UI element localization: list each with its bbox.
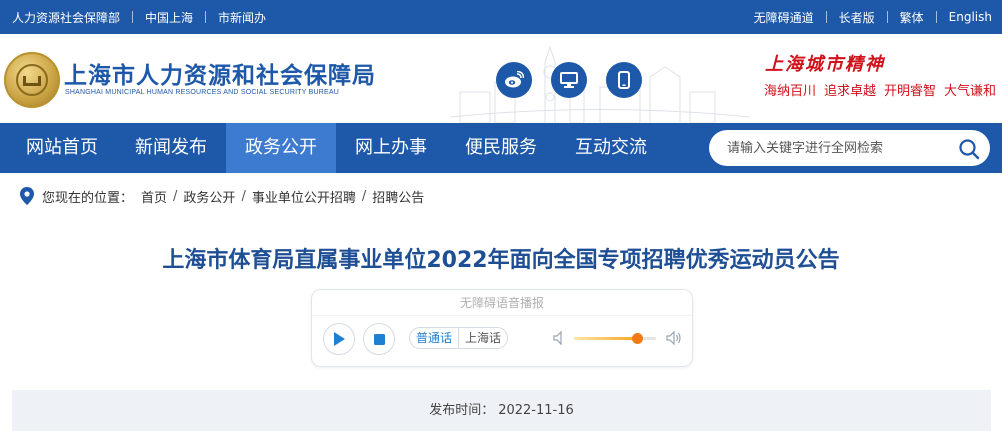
breadcrumb-separator: /	[241, 188, 246, 204]
article-title: 上海市体育局直属事业单位2022年面向全国专项招聘优秀运动员公告	[162, 248, 840, 273]
nav-item-online-services[interactable]: 网上办事	[336, 123, 446, 173]
nav-item-public-services[interactable]: 便民服务	[446, 123, 556, 173]
link-elder-version[interactable]: 长者版	[839, 9, 875, 26]
player-title: 无障碍语音播报	[312, 290, 692, 316]
site-subtitle: SHANGHAI MUNICIPAL HUMAN RESOURCES AND S…	[65, 89, 339, 96]
link-english[interactable]: English	[949, 10, 992, 24]
breadcrumb-item-recruitment[interactable]: 事业单位公开招聘	[252, 187, 356, 206]
dialect-switch: 普通话 上海话	[409, 327, 509, 349]
nav-item-gov-affairs[interactable]: 政务公开	[226, 123, 336, 173]
volume-slider[interactable]	[574, 333, 656, 344]
divider	[886, 11, 888, 23]
search-icon[interactable]	[958, 138, 980, 160]
search-input[interactable]	[727, 138, 947, 158]
mobile-button[interactable]	[606, 62, 642, 98]
link-mohrss[interactable]: 人力资源社会保障部	[12, 9, 120, 26]
nav-item-interaction[interactable]: 互动交流	[556, 123, 666, 173]
dialect-mandarin[interactable]: 普通话	[410, 328, 458, 348]
play-icon	[334, 332, 345, 346]
breadcrumb-item-gov-affairs[interactable]: 政务公开	[183, 187, 235, 206]
city-spirit-item: 追求卓越	[824, 84, 877, 99]
mobile-icon	[618, 71, 630, 89]
breadcrumb-label: 您现在的位置：	[42, 190, 134, 206]
breadcrumb-separator: /	[173, 188, 178, 204]
nav-item-news[interactable]: 新闻发布	[116, 123, 226, 173]
publish-label: 发布时间：	[429, 403, 495, 418]
city-spirit-title: 上海城市精神	[765, 54, 885, 75]
volume-fill	[574, 337, 638, 340]
breadcrumb: 您现在的位置： 首页 / 政务公开 / 事业单位公开招聘 / 招聘公告	[20, 186, 424, 206]
site-header: 上海市人力资源和社会保障局 SHANGHAI MUNICIPAL HUMAN R…	[0, 34, 1002, 123]
location-pin-icon	[20, 187, 34, 205]
top-bar-left-links: 人力资源社会保障部 中国上海 市新闻办	[12, 0, 266, 34]
divider	[825, 11, 827, 23]
breadcrumb-separator: /	[361, 188, 367, 204]
search-box	[709, 130, 990, 166]
link-traditional-chinese[interactable]: 繁体	[900, 9, 924, 26]
stop-icon	[373, 333, 385, 345]
link-press-office[interactable]: 市新闻办	[218, 9, 266, 26]
city-spirit-item: 开明睿智	[884, 84, 937, 99]
dialect-shanghainese[interactable]: 上海话	[458, 328, 507, 348]
stop-button[interactable]	[363, 323, 395, 355]
divider	[205, 11, 207, 23]
breadcrumb-item-home[interactable]: 首页	[141, 187, 167, 206]
social-icons	[496, 62, 661, 98]
nav-item-home[interactable]: 网站首页	[8, 123, 116, 173]
volume-knob[interactable]	[632, 333, 644, 344]
audio-player: 无障碍语音播报 普通话 上海话	[311, 289, 693, 367]
city-spirit-item: 大气谦和	[944, 84, 997, 99]
main-nav: 网站首页 新闻发布 政务公开 网上办事 便民服务 互动交流	[0, 123, 1002, 173]
divider	[132, 11, 134, 23]
top-bar: 人力资源社会保障部 中国上海 市新闻办 无障碍通道 长者版 繁体 English	[0, 0, 1002, 34]
city-spirit-list: 海纳百川 追求卓越 开明睿智 大气谦和	[764, 80, 1002, 99]
site-title[interactable]: 上海市人力资源和社会保障局	[64, 56, 376, 90]
national-emblem-logo[interactable]	[4, 52, 60, 108]
publish-date: 2022-11-16	[498, 403, 574, 418]
volume-low-icon[interactable]	[552, 330, 568, 346]
divider	[935, 11, 937, 23]
link-accessibility[interactable]: 无障碍通道	[754, 9, 814, 26]
publish-info-bar: 发布时间： 2022-11-16	[12, 390, 991, 431]
play-button[interactable]	[323, 323, 355, 355]
link-china-shanghai[interactable]: 中国上海	[145, 9, 193, 26]
desktop-button[interactable]	[551, 62, 587, 98]
breadcrumb-item-announcement[interactable]: 招聘公告	[372, 187, 424, 206]
weibo-button[interactable]	[496, 62, 532, 98]
desktop-icon	[560, 72, 578, 88]
city-spirit-item: 海纳百川	[764, 84, 817, 99]
volume-high-icon[interactable]	[666, 330, 682, 346]
weibo-icon	[505, 71, 524, 88]
top-bar-right-links: 无障碍通道 长者版 繁体 English	[754, 0, 992, 34]
emblem-gate	[23, 76, 41, 86]
